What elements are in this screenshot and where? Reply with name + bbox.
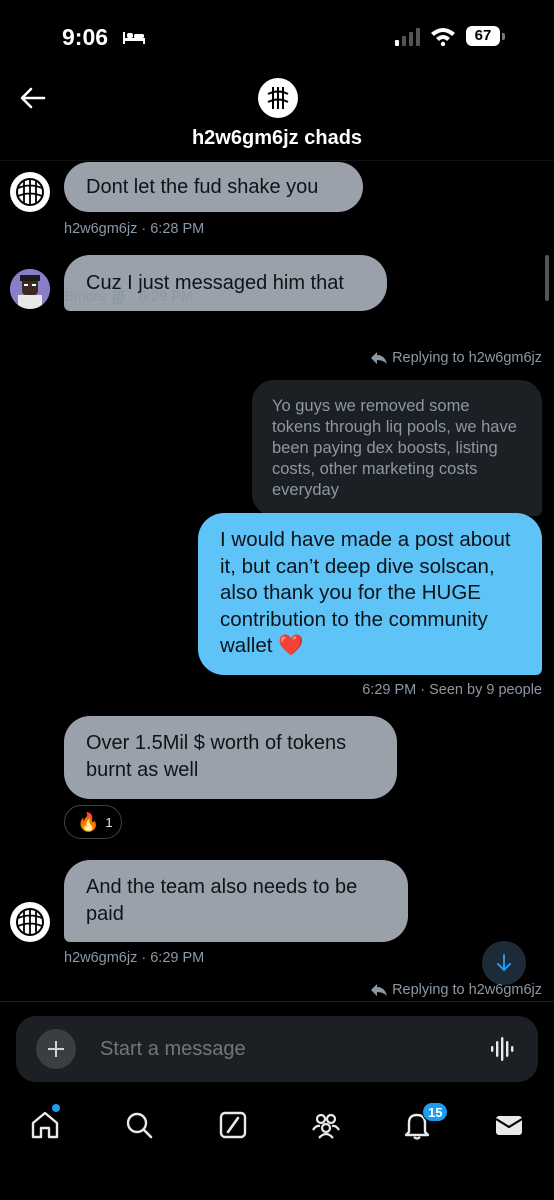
cellular-signal-icon — [395, 28, 420, 46]
notification-badge: 15 — [422, 1102, 449, 1122]
message-meta: Bmore ∰ · 6:29 PM — [64, 289, 193, 305]
add-media-button[interactable] — [36, 1029, 76, 1069]
home-unread-dot — [52, 1104, 60, 1112]
group-logo-icon — [267, 87, 289, 109]
avatar[interactable] — [10, 269, 50, 309]
sent-message-bubble[interactable]: I would have made a post about it, but c… — [198, 513, 542, 675]
status-bar: 9:06 67 — [0, 0, 554, 60]
message-bubble[interactable]: Over 1.5Mil $ worth of tokens burnt as w… — [64, 716, 397, 799]
reply-context[interactable]: Replying to h2w6gm6jz — [370, 982, 542, 998]
battery-level: 67 — [466, 26, 500, 46]
bottom-navigation — [0, 1100, 554, 1150]
reply-context-label: Replying to h2w6gm6jz — [392, 982, 542, 998]
quoted-message[interactable]: Yo guys we removed some tokens through l… — [252, 380, 542, 516]
reaction-count: 1 — [105, 814, 113, 830]
reply-icon — [371, 352, 388, 364]
fire-emoji: 🔥 — [77, 811, 100, 832]
conversation-title[interactable]: h2w6gm6jz chads — [0, 127, 554, 150]
message-input[interactable]: Start a message — [100, 1038, 246, 1061]
composer-divider — [0, 1001, 554, 1002]
reply-icon — [371, 984, 388, 996]
header-divider — [0, 160, 554, 161]
search-icon[interactable] — [124, 1110, 154, 1140]
status-time: 9:06 — [62, 24, 109, 50]
message-composer[interactable]: Start a message — [16, 1016, 538, 1082]
avatar[interactable] — [10, 902, 50, 942]
back-arrow-icon[interactable] — [18, 84, 48, 112]
pixel-avatar-icon — [10, 269, 50, 309]
avatar[interactable] — [10, 172, 50, 212]
battery-icon: 67 — [466, 26, 506, 46]
h2w6gm6jz-logo-icon — [16, 908, 44, 936]
arrow-down-icon — [497, 954, 511, 971]
reply-context-label: Replying to h2w6gm6jz — [392, 350, 542, 366]
h2w6gm6jz-logo-icon — [16, 178, 44, 206]
scrollbar[interactable] — [545, 255, 549, 301]
reply-context[interactable]: Replying to h2w6gm6jz — [370, 350, 542, 366]
wifi-icon — [431, 28, 455, 46]
home-indicator[interactable] — [140, 1184, 414, 1190]
voice-message-icon[interactable] — [490, 1036, 516, 1062]
grok-icon[interactable] — [218, 1110, 248, 1140]
message-meta: h2w6gm6jz · 6:28 PM — [64, 221, 205, 237]
message-bubble[interactable]: Dont let the fud shake you — [64, 162, 363, 212]
plus-icon — [48, 1041, 64, 1057]
reaction-chip[interactable]: 🔥 1 — [64, 805, 122, 839]
messages-envelope-icon[interactable] — [494, 1110, 524, 1140]
group-avatar[interactable] — [258, 78, 298, 118]
scroll-to-bottom-button[interactable] — [482, 941, 526, 985]
home-icon[interactable] — [30, 1110, 60, 1140]
communities-icon[interactable] — [311, 1110, 341, 1140]
message-bubble[interactable]: And the team also needs to be paid — [64, 860, 408, 942]
message-meta: h2w6gm6jz · 6:29 PM — [64, 950, 205, 966]
sleep-focus-icon — [123, 32, 145, 44]
message-meta: 6:29 PM · Seen by 9 people — [362, 682, 542, 698]
